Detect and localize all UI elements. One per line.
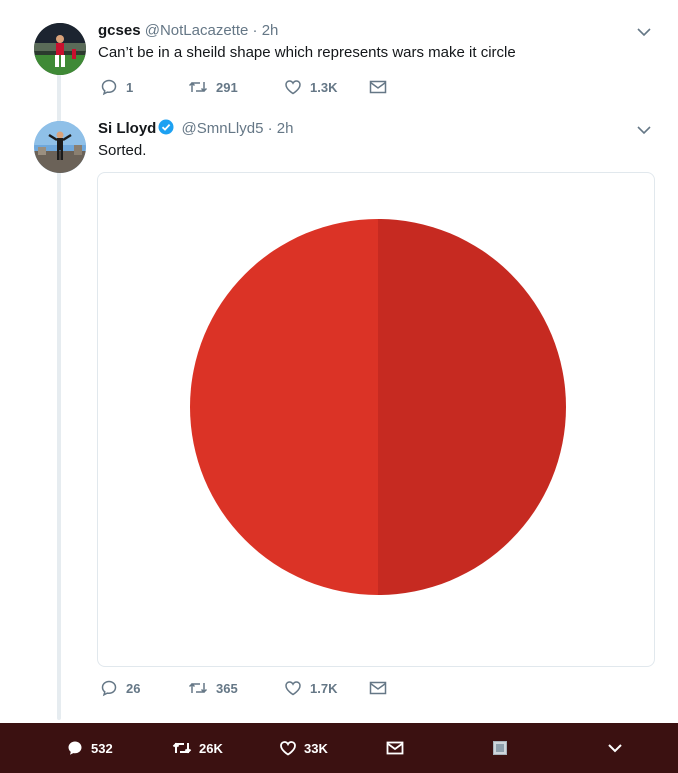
- bottom-retweet-button[interactable]: 26K: [172, 723, 223, 773]
- tweet-text: Can’t be in a sheild shape which represe…: [98, 44, 516, 61]
- retweet-icon: [188, 682, 208, 694]
- tweet-actions: 1 291 1.3K: [100, 78, 387, 96]
- chevron-down-icon: [608, 744, 622, 753]
- chevron-down-icon[interactable]: [636, 24, 652, 40]
- circle-left-half: [190, 219, 378, 595]
- chevron-down-icon[interactable]: [636, 122, 652, 138]
- username[interactable]: @NotLacazette: [145, 22, 249, 39]
- timestamp[interactable]: 2h: [262, 22, 279, 39]
- retweet-icon: [188, 81, 208, 93]
- reply-count: 1: [126, 79, 134, 95]
- reply-icon: [68, 741, 82, 755]
- avatar[interactable]: [34, 121, 86, 173]
- separator: ·: [252, 22, 258, 39]
- bottom-reply-button[interactable]: 532: [66, 723, 113, 773]
- like-button[interactable]: 1.7K: [284, 679, 369, 697]
- reply-button[interactable]: 1: [100, 78, 188, 96]
- bottom-more-button[interactable]: [607, 723, 623, 773]
- tweet[interactable]: Si Lloyd @SmnLlyd5 · 2h Sorted. 26 365 1…: [0, 108, 678, 720]
- envelope-icon: [386, 741, 404, 755]
- heart-icon: [285, 80, 301, 95]
- heart-icon: [280, 741, 296, 756]
- bottom-retweet-count: 26K: [199, 740, 223, 756]
- bottom-action-bar: 532 26K 33K: [0, 723, 678, 773]
- like-count: 1.7K: [310, 680, 338, 696]
- like-count: 1.3K: [310, 79, 338, 95]
- bottom-like-button[interactable]: 33K: [279, 723, 328, 773]
- media-image[interactable]: [97, 172, 655, 667]
- retweet-icon: [172, 742, 192, 754]
- verified-badge-icon: [158, 119, 174, 135]
- timestamp[interactable]: 2h: [277, 120, 294, 137]
- tweet-header: Si Lloyd @SmnLlyd5 · 2h: [98, 119, 293, 137]
- tweet[interactable]: gcses @NotLacazette · 2h Can’t be in a s…: [0, 0, 678, 108]
- bottom-dm-button[interactable]: [386, 723, 404, 773]
- retweet-button[interactable]: 365: [188, 679, 284, 697]
- display-name[interactable]: Si Lloyd: [98, 120, 156, 137]
- username[interactable]: @SmnLlyd5: [182, 120, 264, 137]
- reply-count: 26: [126, 680, 141, 696]
- heart-icon: [285, 681, 301, 696]
- tweet-text: Sorted.: [98, 142, 147, 159]
- envelope-icon: [369, 80, 387, 94]
- retweet-count: 291: [216, 79, 238, 95]
- bottom-reply-count: 532: [91, 740, 113, 756]
- tweet-header: gcses @NotLacazette · 2h: [98, 22, 278, 39]
- retweet-count: 365: [216, 680, 238, 696]
- reply-icon: [101, 680, 117, 697]
- reply-button[interactable]: 26: [100, 679, 188, 697]
- avatar[interactable]: [34, 23, 86, 75]
- display-name[interactable]: gcses: [98, 22, 141, 39]
- separator: ·: [267, 120, 273, 137]
- envelope-icon: [369, 681, 387, 695]
- circle-right-half: [378, 219, 566, 595]
- direct-message-button[interactable]: [369, 680, 387, 696]
- reply-icon: [101, 79, 117, 96]
- direct-message-button[interactable]: [369, 79, 387, 95]
- retweet-button[interactable]: 291: [188, 78, 284, 96]
- red-circle-image: [190, 219, 566, 595]
- image-icon: [493, 741, 507, 755]
- tweet-actions: 26 365 1.7K: [100, 679, 387, 697]
- bottom-image-button[interactable]: [493, 723, 507, 773]
- bottom-like-count: 33K: [304, 740, 328, 756]
- like-button[interactable]: 1.3K: [284, 78, 369, 96]
